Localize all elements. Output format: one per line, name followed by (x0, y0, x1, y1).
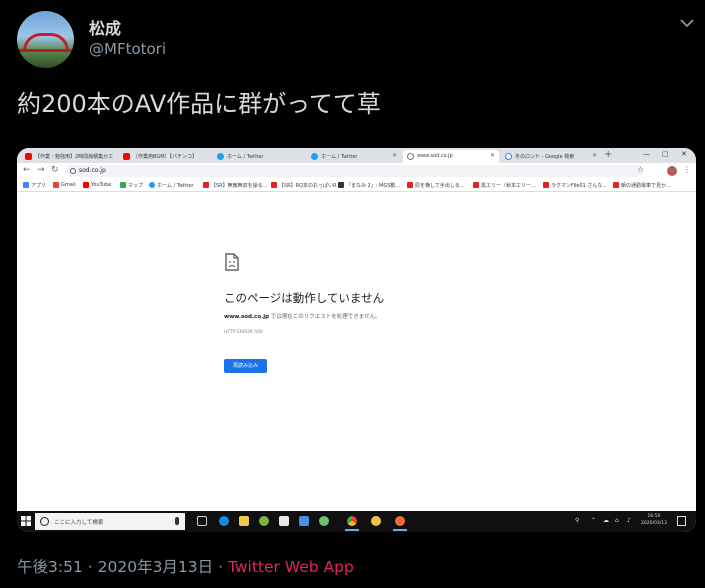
user-handle[interactable]: @MFtotori (89, 40, 166, 58)
f-icon (407, 182, 413, 188)
mail-icon[interactable] (299, 516, 309, 526)
globe-icon (407, 153, 414, 160)
f-icon (613, 182, 619, 188)
bookmarks-bar: アプリ Gmail YouTube マップ ホーム / Twitter 【SR】… (17, 179, 696, 192)
tweet-time[interactable]: 午後3:51 (17, 558, 83, 576)
f-icon (271, 182, 277, 188)
error-title: このページは動作していません (224, 291, 385, 305)
forward-button[interactable]: → (37, 165, 45, 175)
tweet-date[interactable]: 2020年3月13日 (98, 558, 214, 576)
info-icon[interactable] (70, 168, 76, 174)
error-code: HTTP ERROR 500 (224, 330, 263, 335)
app-icon[interactable] (259, 516, 269, 526)
apps-icon (23, 182, 29, 188)
new-tab-button[interactable]: + (604, 149, 612, 160)
maximize-button[interactable]: ▢ (662, 150, 669, 158)
error-description: www.sod.co.jp では現在このリクエストを処理できません。 (224, 314, 381, 320)
chrome-icon[interactable] (345, 516, 359, 531)
store-icon[interactable] (279, 516, 289, 526)
bookmark-apps[interactable]: アプリ (23, 182, 46, 189)
display-name[interactable]: 松成 (89, 15, 121, 39)
close-icon[interactable]: ✕ (592, 152, 597, 159)
microphone-icon[interactable] (175, 517, 179, 525)
browser-tab-bar: 【作業・勉強用】2時間煽積集かエ 〔作業用BGM〕【パチンコ】 ホーム / Tw… (17, 148, 696, 163)
google-icon (505, 153, 512, 160)
profile-avatar[interactable] (667, 166, 677, 176)
maps-icon (120, 182, 126, 188)
reload-icon[interactable]: ↻ (51, 165, 59, 175)
sad-document-icon (225, 253, 239, 271)
bookmark-maps[interactable]: マップ (120, 182, 143, 189)
tweet-source-link[interactable]: Twitter Web App (228, 558, 354, 576)
attached-screenshot[interactable]: 【作業・勉強用】2時間煽積集かエ 〔作業用BGM〕【パチンコ】 ホーム / Tw… (17, 148, 696, 532)
bookmark-item[interactable]: ラグマンFile01 さんな... (543, 182, 607, 189)
edge-icon[interactable] (219, 516, 229, 526)
m-icon (338, 182, 344, 188)
bookmark-item[interactable]: 「まなみ 2」: MGS動... (338, 182, 400, 189)
address-bar[interactable]: sod.co.jp (65, 165, 643, 177)
bookmark-twitter[interactable]: ホーム / Twitter (149, 182, 193, 189)
browser-tab[interactable]: ホーム / Twitter (213, 150, 307, 163)
windows-start-icon[interactable] (21, 516, 31, 526)
bookmark-youtube[interactable]: YouTube (83, 182, 111, 188)
chevron-down-icon[interactable] (679, 15, 695, 31)
close-icon[interactable]: ✕ (490, 152, 495, 159)
youtube-icon (123, 153, 130, 160)
volume-icon[interactable]: ♪ (627, 517, 631, 524)
bookmark-item[interactable]: 【SR】RQ本のおっぱいR... (271, 182, 341, 189)
back-button[interactable]: ← (23, 165, 31, 175)
twitter-icon (149, 182, 155, 188)
search-icon (40, 517, 49, 526)
tweet-metadata: 午後3:51 · 2020年3月13日 · Twitter Web App (17, 558, 354, 576)
youtube-icon (83, 182, 89, 188)
browser-toolbar: ← → ↻ sod.co.jp ☆ ⋮ (17, 163, 696, 179)
browser-tab[interactable]: 【作業・勉強用】2時間煽積集かエ (21, 150, 119, 163)
windows-taskbar: ここに入力して検索 ⚲ ⌃ ☁ ⌂ ♪ 16:50 2020/03/13 (17, 511, 696, 532)
bookmark-item[interactable]: 原を横して手出しる... (407, 182, 465, 189)
f-icon (203, 182, 209, 188)
bookmark-item[interactable]: 【SR】無敵無双を操る... (203, 182, 267, 189)
file-explorer-icon[interactable] (239, 516, 249, 526)
twitter-icon (217, 153, 224, 160)
bookmark-item[interactable]: 朝の通勤電車で見か... (613, 182, 671, 189)
firefox-icon[interactable] (393, 516, 407, 531)
close-window-button[interactable]: ✕ (681, 150, 687, 158)
youtube-icon (25, 153, 32, 160)
bookmark-item[interactable]: 黒エリー（秋本エリー... (473, 182, 536, 189)
browser-tab[interactable]: 冬のロンド - Google 検索 ✕ (501, 150, 601, 163)
tweet-text: 約200本のAV作品に群がってて草 (17, 90, 381, 118)
tweet-header: 松成 @MFtotori (17, 11, 697, 71)
app-icon[interactable] (371, 516, 381, 526)
browser-tab[interactable]: ホーム / Twitter ✕ (307, 150, 401, 163)
close-icon[interactable]: ✕ (392, 152, 397, 159)
network-icon[interactable]: ⌂ (615, 517, 619, 524)
taskbar-search-input[interactable]: ここに入力して検索 (35, 513, 185, 530)
minimize-button[interactable]: — (643, 150, 650, 158)
browser-tab[interactable]: 〔作業用BGM〕【パチンコ】 (119, 150, 213, 163)
app-icon[interactable] (319, 516, 329, 526)
twitter-icon (311, 153, 318, 160)
google-icon (53, 182, 59, 188)
reload-button[interactable]: 再読み込み (224, 359, 267, 373)
f-icon (473, 182, 479, 188)
error-page: このページは動作していません www.sod.co.jp では現在このリクエスト… (17, 192, 696, 511)
task-view-icon[interactable] (197, 516, 207, 526)
f-icon (543, 182, 549, 188)
menu-icon[interactable]: ⋮ (683, 165, 691, 174)
bookmark-star-icon[interactable]: ☆ (637, 165, 644, 174)
chevron-up-icon[interactable]: ⌃ (591, 517, 596, 524)
avatar[interactable] (17, 11, 74, 68)
taskbar-clock[interactable]: 16:50 2020/03/13 (639, 513, 669, 527)
bookmark-gmail[interactable]: Gmail (53, 182, 76, 188)
browser-tab-active[interactable]: www.sod.co.jp ✕ (403, 150, 499, 163)
notification-icon[interactable] (677, 516, 686, 526)
people-icon[interactable]: ⚲ (575, 517, 579, 524)
onedrive-icon[interactable]: ☁ (603, 517, 609, 524)
